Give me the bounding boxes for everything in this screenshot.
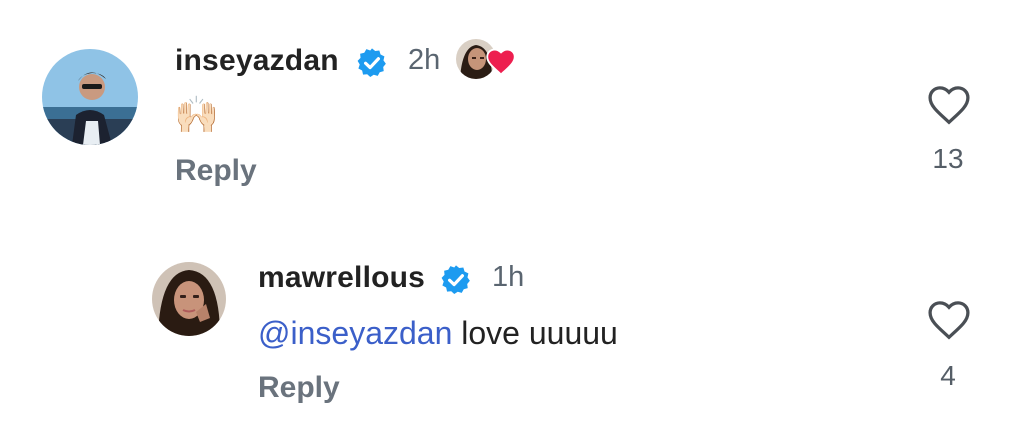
heart-outline-icon[interactable] [927, 85, 971, 130]
username[interactable]: inseyazdan [175, 44, 339, 78]
liked-by-author-indicator [456, 39, 518, 83]
heart-filled-icon [486, 48, 516, 76]
threads-at-icon: @inseyazdan [258, 315, 453, 351]
comment-text: 🙌🏻 [174, 94, 219, 135]
reply-button[interactable]: Reply [258, 371, 340, 405]
avatar-mawrellous[interactable] [152, 262, 226, 336]
heart-outline-icon[interactable] [927, 300, 971, 345]
like-count: 4 [940, 360, 956, 391]
reply-button[interactable]: Reply [175, 154, 257, 188]
timestamp: 1h [492, 261, 525, 293]
avatar-inseyazdan[interactable] [42, 49, 138, 145]
verified-badge-icon [440, 264, 472, 301]
comment-text: @inseyazdan love uuuuu [258, 315, 618, 352]
username[interactable]: mawrellous [258, 261, 425, 295]
timestamp: 2h [408, 44, 441, 76]
like-count: 13 [932, 143, 964, 174]
mention-link[interactable]: @inseyazdan [258, 315, 452, 351]
comment-body: love uuuuu [452, 315, 618, 351]
verified-badge-icon [356, 47, 388, 84]
